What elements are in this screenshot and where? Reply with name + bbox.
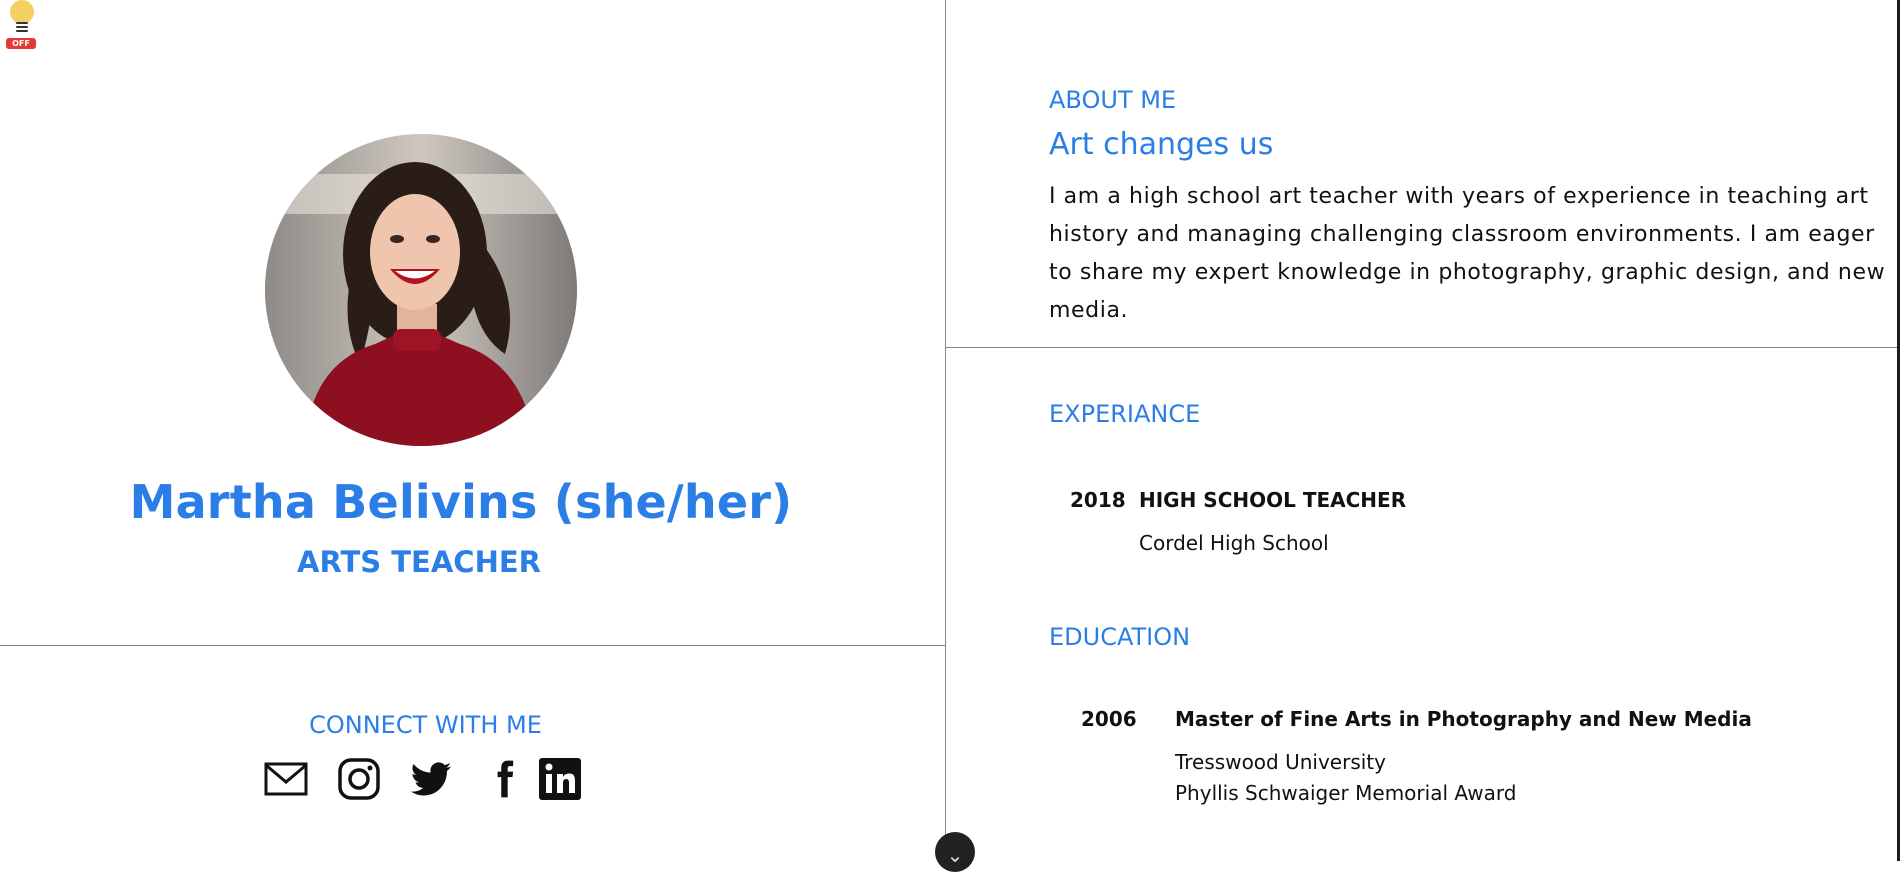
profile-name: Martha Belivins (she/her): [129, 475, 793, 529]
about-label: ABOUT ME: [1049, 86, 1177, 114]
scroll-down-button[interactable]: ⌄: [935, 832, 975, 872]
light-toggle-button[interactable]: OFF: [6, 0, 36, 50]
left-horizontal-divider: [0, 645, 945, 646]
education-degree: Master of Fine Arts in Photography and N…: [1175, 707, 1752, 731]
profile-photo: [265, 134, 577, 446]
right-horizontal-divider: [946, 347, 1900, 348]
education-year: 2006: [1081, 707, 1137, 731]
experience-organization: Cordel High School: [1139, 531, 1329, 555]
connect-heading: CONNECT WITH ME: [309, 711, 542, 739]
experience-label: EXPERIANCE: [1049, 400, 1201, 428]
education-school: Tresswood University: [1175, 750, 1386, 774]
vertical-divider: [945, 0, 946, 861]
education-award: Phyllis Schwaiger Memorial Award: [1175, 781, 1517, 805]
mail-icon[interactable]: [264, 757, 308, 801]
education-label: EDUCATION: [1049, 623, 1191, 651]
twitter-icon[interactable]: [409, 757, 453, 801]
linkedin-icon[interactable]: [538, 757, 582, 801]
about-title: Art changes us: [1049, 127, 1274, 162]
about-text: I am a high school art teacher with year…: [1049, 184, 1886, 323]
bulb-base: [16, 20, 28, 36]
chevron-down-icon: ⌄: [946, 843, 964, 867]
experience-title: HIGH SCHOOL TEACHER: [1139, 488, 1407, 512]
instagram-icon[interactable]: [337, 757, 381, 801]
profile-role: ARTS TEACHER: [297, 545, 541, 579]
toggle-state-badge: OFF: [6, 38, 36, 49]
experience-year: 2018: [1070, 488, 1126, 512]
facebook-icon[interactable]: [482, 757, 526, 801]
